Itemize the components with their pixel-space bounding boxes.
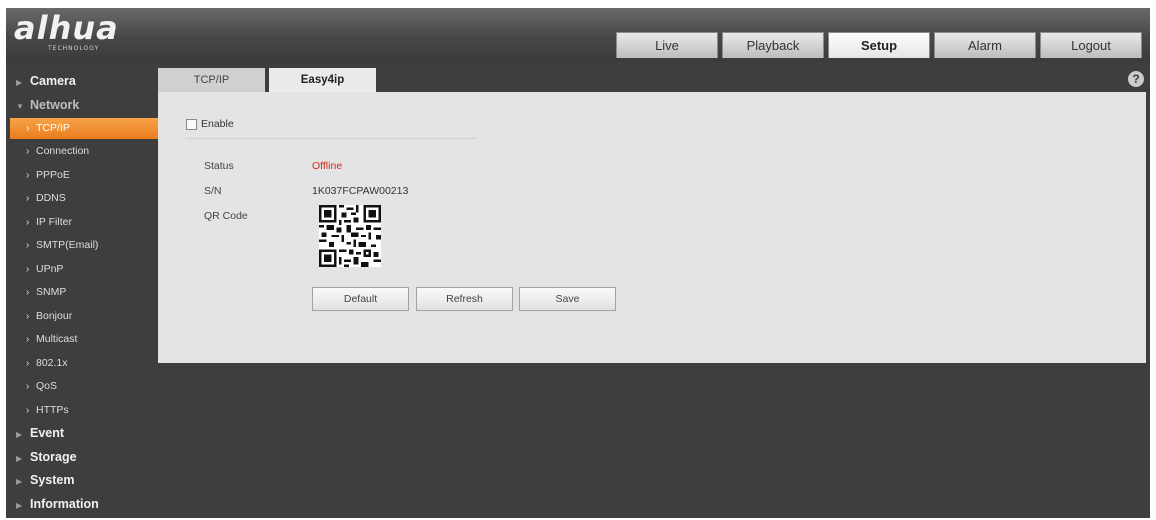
chevron-right-icon: › (26, 287, 30, 298)
sidebar-item-upnp[interactable]: › UPnP (6, 258, 158, 282)
qr-code-image (319, 205, 381, 267)
collapsed-triangle-icon: ▶ (16, 453, 23, 463)
nav-tab-setup[interactable]: Setup (828, 32, 930, 58)
chevron-right-icon: › (26, 310, 30, 322)
chevron-right-icon: › (26, 404, 30, 416)
sidebar-item-label: Event (30, 426, 65, 440)
sidebar-item-camera[interactable]: ▶ Camera (6, 70, 158, 94)
sidebar-item-label: System (30, 473, 75, 487)
refresh-button[interactable]: Refresh (416, 287, 513, 311)
sidebar-item-pppoe[interactable]: › PPPoE (6, 164, 158, 188)
sidebar-item-label: Bonjour (36, 309, 73, 322)
qr-code-label: QR Code (204, 210, 248, 222)
enable-row: Enable (186, 118, 234, 130)
help-icon[interactable]: ? (1128, 71, 1144, 87)
chevron-right-icon: › (26, 334, 30, 345)
status-value: Offline (312, 160, 343, 172)
enable-label: Enable (201, 118, 234, 130)
chevron-right-icon: › (26, 169, 30, 181)
divider (186, 138, 476, 139)
sidebar-item-label: Multicast (36, 333, 78, 345)
sidebar-item-label: HTTPs (36, 403, 69, 416)
sidebar-item-event[interactable]: ▶ Event (6, 422, 158, 446)
collapsed-triangle-icon: ▶ (16, 500, 23, 510)
status-label: Status (204, 160, 234, 172)
sidebar-item-label: TCP/IP (36, 122, 70, 134)
tab-tcpip[interactable]: TCP/IP (158, 68, 265, 92)
save-button[interactable]: Save (519, 287, 616, 311)
chevron-right-icon: › (26, 146, 30, 157)
sidebar-item-https[interactable]: › HTTPs (6, 399, 158, 423)
sidebar-item-bonjour[interactable]: › Bonjour (6, 305, 158, 329)
logo-tagline: TECHNOLOGY (48, 45, 100, 52)
nav-tab-logout[interactable]: Logout (1040, 32, 1142, 58)
sidebar-item-label: DDNS (36, 192, 66, 204)
sidebar-item-label: Storage (30, 449, 77, 464)
nav-tab-playback[interactable]: Playback (722, 32, 824, 58)
dahua-logo: alhua (14, 9, 119, 47)
sidebar-item-information[interactable]: ▶ Information (6, 493, 158, 517)
chevron-right-icon: › (26, 240, 30, 251)
chevron-right-icon: › (26, 123, 30, 134)
sidebar-item-multicast[interactable]: › Multicast (6, 328, 158, 352)
sidebar-item-label: SNMP (36, 286, 67, 298)
content-tabs: TCP/IP Easy4ip (158, 68, 380, 92)
nav-tab-live[interactable]: Live (616, 32, 718, 58)
nav-tab-alarm[interactable]: Alarm (934, 32, 1036, 58)
chevron-right-icon: › (26, 263, 30, 275)
top-nav: Live Playback Setup Alarm Logout (616, 32, 1142, 58)
easy4ip-panel: Enable Status Offline S/N 1K037FCPAW0021… (158, 92, 1146, 363)
sidebar-item-label: 802.1x (36, 356, 68, 369)
sidebar-item-network[interactable]: ▼ Network (6, 94, 158, 118)
sidebar-item-label: Information (30, 496, 99, 511)
sn-value: 1K037FCPAW00213 (312, 185, 409, 197)
chevron-right-icon: › (26, 193, 30, 204)
chevron-right-icon: › (26, 381, 30, 392)
collapsed-triangle-icon: ▶ (16, 477, 23, 486)
sidebar-item-8021x[interactable]: › 802.1x (6, 352, 158, 376)
header-bar: alhua TECHNOLOGY Live Playback Setup Ala… (6, 8, 1150, 62)
default-button[interactable]: Default (312, 287, 409, 311)
sidebar-item-label: PPPoE (36, 168, 70, 181)
sidebar-item-storage[interactable]: ▶ Storage (6, 446, 158, 470)
sidebar-item-ip-filter[interactable]: › IP Filter (6, 211, 158, 235)
sidebar-item-label: Connection (36, 145, 90, 157)
sidebar-item-label: QoS (36, 380, 58, 392)
chevron-right-icon: › (26, 216, 30, 228)
sidebar-item-qos[interactable]: › QoS (6, 375, 158, 399)
sidebar-item-label: Network (30, 97, 80, 112)
sidebar-item-tcpip[interactable]: › TCP/IP (10, 118, 158, 139)
sidebar-item-label: SMTP(Email) (36, 239, 99, 251)
sidebar-item-connection[interactable]: › Connection (6, 140, 158, 164)
app-window: alhua TECHNOLOGY Live Playback Setup Ala… (6, 8, 1150, 518)
sidebar-item-label: IP Filter (36, 215, 72, 228)
tab-easy4ip[interactable]: Easy4ip (269, 68, 376, 92)
chevron-right-icon: › (26, 357, 30, 369)
sidebar-item-ddns[interactable]: › DDNS (6, 187, 158, 211)
sidebar-item-label: UPnP (36, 262, 64, 275)
collapsed-triangle-icon: ▶ (16, 430, 23, 439)
sidebar-item-smtp[interactable]: › SMTP(Email) (6, 234, 158, 258)
sidebar-item-system[interactable]: ▶ System (6, 469, 158, 493)
enable-checkbox[interactable] (186, 118, 197, 130)
sidebar-item-label: Camera (30, 74, 76, 88)
sidebar-item-snmp[interactable]: › SNMP (6, 281, 158, 305)
expanded-triangle-icon: ▼ (16, 101, 24, 111)
collapsed-triangle-icon: ▶ (16, 78, 23, 87)
sn-label: S/N (204, 185, 222, 197)
sidebar-menu: ▶ Camera ▼ Network › TCP/IP › Connection › PP… (6, 70, 158, 516)
